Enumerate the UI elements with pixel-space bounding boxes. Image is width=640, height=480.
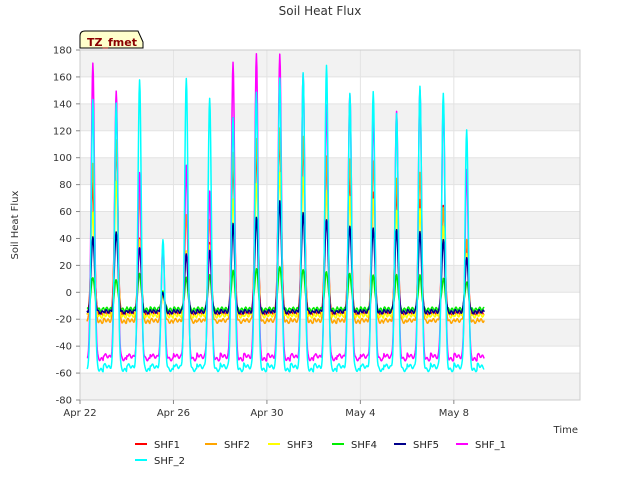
x-tick-label: Apr 22 (63, 408, 96, 419)
site-badge: TZ_fmet (79, 30, 144, 49)
soil-heat-flux-chart: -80 -60 -40 -20 0 20 40 60 80 100 120 140 160 180 Apr… (0, 0, 640, 480)
y-tick-label: -40 (56, 342, 72, 353)
legend-label: SHF2 (224, 440, 250, 451)
y-axis-title: Soil Heat Flux (10, 190, 21, 259)
y-tick-label: -60 (56, 369, 72, 380)
y-tick-label: 60 (59, 207, 72, 218)
y-tick-label: 40 (59, 234, 72, 245)
x-tick-label: May 4 (345, 408, 375, 419)
legend-label: SHF_2 (154, 456, 185, 467)
legend-label: SHF5 (413, 440, 439, 451)
badge-label: TZ_fmet (87, 36, 137, 49)
plot-band (80, 157, 580, 185)
x-tick-label: Apr 26 (157, 408, 190, 419)
chart-title: Soil Heat Flux (279, 4, 362, 18)
plot-band (80, 373, 580, 400)
y-tick-label: 160 (53, 72, 72, 83)
legend-label: SHF1 (154, 440, 180, 451)
y-tick-label: 120 (53, 126, 72, 137)
x-axis-title: Time (553, 425, 578, 436)
y-tick-label: 100 (53, 153, 72, 164)
legend-label: SHF4 (351, 440, 377, 451)
x-tick-label: May 8 (439, 408, 469, 419)
y-tick-label: 0 (66, 288, 72, 299)
y-tick-label: 80 (59, 180, 72, 191)
legend-label: SHF_1 (475, 440, 506, 451)
y-tick-label: 140 (53, 99, 72, 110)
plot-band (80, 103, 580, 131)
x-tick-label: Apr 30 (250, 408, 283, 419)
y-tick-label: -20 (56, 315, 72, 326)
y-tick-label: -80 (56, 396, 72, 407)
legend-label: SHF3 (287, 440, 313, 451)
y-tick-label: 20 (59, 261, 72, 272)
y-tick-label: 180 (53, 46, 72, 57)
plot-band (80, 211, 580, 239)
plot-band (80, 50, 580, 77)
